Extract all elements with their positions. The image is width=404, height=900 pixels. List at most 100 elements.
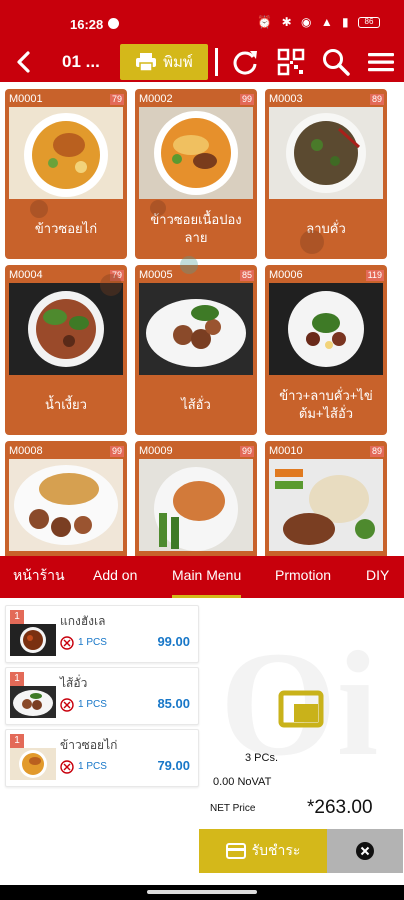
food-photo: [269, 459, 383, 551]
tab-add-on[interactable]: Add on: [93, 556, 137, 598]
item-code: M0002: [139, 93, 173, 105]
food-thumbnail: [10, 624, 56, 656]
toolbar: 01 ... พิมพ์: [0, 42, 404, 82]
food-photo: [9, 107, 123, 199]
item-code: M0009: [139, 445, 173, 457]
order-item-qty: 1 PCS: [78, 761, 107, 772]
food-thumbnail: [10, 686, 56, 718]
food-photo: [269, 283, 383, 375]
item-code: M0001: [9, 93, 43, 105]
item-code: M0003: [269, 93, 303, 105]
order-item[interactable]: 1 ข้าวซอยไก่ 1 PCS 79.00: [5, 729, 199, 787]
order-item[interactable]: 1 ไส้อั่ว 1 PCS 85.00: [5, 667, 199, 725]
item-code: M0008: [9, 445, 43, 457]
tab-promotion[interactable]: Prmotion: [275, 556, 331, 598]
home-handle[interactable]: [147, 890, 257, 894]
item-count-badge: 1: [10, 672, 24, 686]
cancel-order-button[interactable]: [327, 829, 403, 873]
item-count-badge: 1: [10, 734, 24, 748]
delete-item-icon[interactable]: [60, 636, 74, 650]
food-photo: [139, 459, 253, 551]
stock-badge: 89: [369, 446, 384, 457]
order-item-price: 99.00: [157, 634, 190, 649]
status-icons: ⏰ ✱ ◉ ▲ ▮ 86: [257, 15, 380, 29]
touch-ripple: [300, 230, 324, 254]
pay-button[interactable]: รับชำระ: [199, 829, 327, 873]
credit-card-icon: [225, 843, 246, 859]
item-code: M0010: [269, 445, 303, 457]
menu-grid: M0001 79 ข้าวซอยไก่ M0002 99 ข้าวซอยเนื้…: [0, 82, 404, 556]
category-tabs: หน้าร้าน Add on Main Menu Prmotion DIY: [0, 556, 404, 598]
food-photo: [9, 459, 123, 551]
item-name: น้ำเงี้ยว: [45, 397, 87, 412]
touch-ripple: [180, 256, 198, 274]
item-name: ลาบคั่ว: [306, 221, 346, 236]
menu-item-card[interactable]: M0009 99: [135, 441, 257, 556]
item-name: ข้าวซอยไก่: [34, 221, 98, 236]
tab-front-store[interactable]: หน้าร้าน: [13, 556, 65, 598]
order-item-qty: 1 PCS: [78, 699, 107, 710]
touch-ripple: [150, 200, 166, 216]
menu-item-card[interactable]: M0010 89: [265, 441, 387, 556]
order-item[interactable]: 1 แกงฮังเล 1 PCS 99.00: [5, 605, 199, 663]
order-item-name: แกงฮังเล: [60, 614, 106, 628]
stock-badge: 99: [109, 446, 124, 457]
battery-icon: 86: [358, 17, 380, 29]
print-button[interactable]: พิมพ์: [120, 44, 208, 80]
order-item-name: ไส้อั่ว: [60, 676, 88, 690]
food-photo: [139, 283, 253, 375]
delete-item-icon[interactable]: [60, 760, 74, 774]
item-name: ข้าว+ลาบคั่ว+ไข่ต้ม+ไส้อั่ว: [279, 388, 373, 421]
menu-item-card[interactable]: M0001 79 ข้าวซอยไก่: [5, 89, 127, 259]
folder-icon[interactable]: [278, 690, 324, 728]
stock-badge: 89: [369, 94, 384, 105]
food-photo: [139, 107, 253, 199]
notification-dot-icon: [108, 18, 119, 29]
order-item-price: 85.00: [157, 696, 190, 711]
stock-badge: 85: [239, 270, 254, 281]
print-label: พิมพ์: [163, 54, 193, 71]
menu-item-card[interactable]: M0005 85 ไส้อั่ว: [135, 265, 257, 435]
menu-item-card[interactable]: M0006 119 ข้าว+ลาบคั่ว+ไข่ต้ม+ไส้อั่ว: [265, 265, 387, 435]
refresh-icon[interactable]: [230, 47, 260, 77]
tab-main-menu[interactable]: Main Menu: [172, 556, 242, 598]
item-count-badge: 1: [10, 610, 24, 624]
stock-badge: 119: [365, 270, 384, 281]
order-item-name: ข้าวซอยไก่: [60, 738, 118, 752]
food-photo: [269, 107, 383, 199]
printer-icon: [136, 53, 157, 72]
net-price-value: *263.00: [307, 797, 373, 818]
toolbar-divider: [215, 48, 218, 76]
system-nav-bar: [0, 885, 404, 900]
menu-item-card[interactable]: M0002 99 ข้าวซอยเนื้อปองลาย: [135, 89, 257, 259]
item-code: M0004: [9, 269, 43, 281]
order-item-qty: 1 PCS: [78, 637, 107, 648]
search-icon[interactable]: [321, 47, 351, 77]
item-code: M0005: [139, 269, 173, 281]
touch-ripple: [30, 200, 48, 218]
stock-badge: 79: [109, 94, 124, 105]
status-bar: 16:28 ⏰ ✱ ◉ ▲ ▮ 86: [0, 0, 404, 42]
back-arrow-icon[interactable]: [8, 46, 38, 78]
food-thumbnail: [10, 748, 56, 780]
close-circle-icon: [356, 842, 374, 860]
menu-item-card[interactable]: M0008 99: [5, 441, 127, 556]
table-number[interactable]: 01 ...: [62, 52, 100, 72]
menu-item-card[interactable]: M0003 89 ลาบคั่ว: [265, 89, 387, 259]
tab-diy[interactable]: DIY: [366, 556, 389, 598]
total-pieces: 3 PCs.: [245, 752, 279, 764]
qr-code-icon[interactable]: [276, 47, 306, 77]
vat-amount: 0.00 NoVAT: [213, 776, 272, 788]
food-photo: [9, 283, 123, 375]
net-price-label: NET Price: [210, 803, 256, 814]
item-name: ไส้อั่ว: [181, 397, 211, 412]
stock-badge: 99: [239, 94, 254, 105]
pay-label: รับชำระ: [251, 842, 301, 858]
status-time: 16:28: [70, 17, 104, 32]
touch-ripple: [100, 274, 122, 296]
order-item-price: 79.00: [157, 758, 190, 773]
stock-badge: 99: [239, 446, 254, 457]
delete-item-icon[interactable]: [60, 698, 74, 712]
item-code: M0006: [269, 269, 303, 281]
menu-icon[interactable]: [366, 47, 396, 77]
